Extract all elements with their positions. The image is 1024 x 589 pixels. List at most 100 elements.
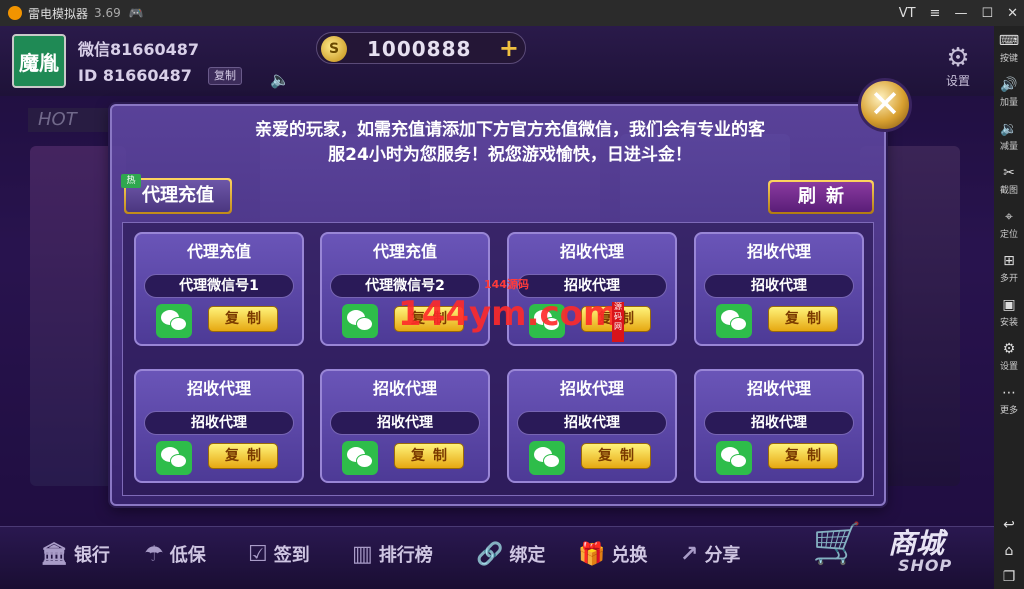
copy-button[interactable]: 复制 [581,443,651,469]
menu-icon[interactable]: ≡ [930,6,941,21]
sidebar-item-settings[interactable]: ⚙ 设置 [994,334,1024,378]
sidebar-item-volume-down[interactable]: 🔉 减量 [994,114,1024,158]
refresh-button[interactable]: 刷新 [768,180,874,214]
nav-exchange[interactable]: 🎁 兑换 [578,541,647,567]
settings-label: 设置 [945,74,970,88]
sidebar-item-location[interactable]: ⌖ 定位 [994,202,1024,246]
emulator-sidebar: ⌨ 按键 🔊 加量 🔉 减量 ✂ 截图 ⌖ 定位 ⊞ 多开 ▣ 安装 ⚙ 设置 … [994,26,1024,589]
copy-button[interactable]: 复制 [208,443,278,469]
sidebar-label: 截图 [999,185,1018,196]
nav-ranking[interactable]: ▥ 排行榜 [352,541,433,567]
sidebar-item-install[interactable]: ▣ 安装 [994,290,1024,334]
nav-label: 兑换 [611,545,648,566]
nav-welfare[interactable]: ☂ 低保 [144,541,206,567]
window-title: 雷电模拟器 [28,6,89,21]
apk-install-icon: ▣ [1002,296,1016,313]
nav-label: 银行 [73,545,110,566]
speaker-icon[interactable]: 🔈 [270,70,290,89]
wechat-icon[interactable] [342,304,378,338]
bank-icon: 🏛 [40,541,68,567]
umbrella-icon: ☂ [144,541,164,567]
nav-share[interactable]: ↗ 分享 [680,541,740,567]
notice-line-1: 亲爱的玩家，如需充值请添加下方官方充值微信，我们会有专业的客 [255,120,765,140]
card-title: 招收代理 [746,379,811,398]
avatar[interactable]: 魔胤 [12,34,66,88]
gamepad-icon[interactable]: 🎮 [129,6,144,20]
home-icon[interactable]: ⌂ [1005,543,1014,559]
nav-checkin[interactable]: ☑ 签到 [248,541,310,567]
sidebar-label: 安装 [999,317,1018,328]
wechat-id-field: 招收代理 [704,274,854,298]
copy-button[interactable]: 复制 [208,306,278,332]
close-dialog-button[interactable]: ✕ [858,78,912,132]
card-title: 代理充值 [372,242,437,261]
wechat-id-field: 招收代理 [330,411,480,435]
back-icon[interactable]: ↩ [1003,517,1015,533]
location-icon: ⌖ [1005,208,1013,225]
nav-label: 排行榜 [378,545,433,566]
cart-icon: 🛒 [812,521,862,567]
card-title: 招收代理 [746,242,811,261]
multi-open-icon: ⊞ [1003,252,1015,269]
nav-bank[interactable]: 🏛 银行 [40,541,110,567]
sidebar-item-more[interactable]: ⋯ 更多 [994,378,1024,422]
card-title: 招收代理 [186,379,251,398]
sidebar-label: 减量 [999,141,1018,152]
game-screen: 魔胤 微信81660487 ID 81660487 复制 🔈 S 1000888… [0,26,994,589]
vt-indicator[interactable]: VT [899,6,916,21]
copy-button[interactable]: 复制 [768,443,838,469]
card-title: 招收代理 [372,379,437,398]
contact-card: 招收代理 招收代理 复制 [694,369,864,483]
sidebar-label: 设置 [999,361,1018,372]
sidebar-bottom: ↩ ⌂ ❐ [994,517,1024,585]
shop-label-en: SHOP [898,556,953,575]
minimize-button[interactable]: — [954,6,967,21]
sidebar-label: 按键 [999,53,1018,64]
hot-badge: 热 [121,174,141,188]
tab-label: 代理充值 [126,180,230,212]
maximize-button[interactable]: ☐ [981,6,993,21]
window-controls: VT ≡ — ☐ ✕ [899,0,1018,26]
sidebar-label: 更多 [999,405,1018,416]
wechat-icon[interactable] [156,304,192,338]
watermark-seal: 源码网 [612,302,624,342]
emulator-titlebar: 雷电模拟器 3.69 🎮 VT ≡ — ☐ ✕ [0,0,1024,26]
wechat-icon[interactable] [716,304,752,338]
wechat-icon[interactable] [529,441,565,475]
copy-button[interactable]: 复制 [394,443,464,469]
wechat-id-field: 招收代理 [144,411,294,435]
link-icon: 🔗 [476,541,504,567]
nav-label: 分享 [704,545,741,566]
watermark: 144ym.com [398,294,619,334]
sidebar-item-keymap[interactable]: ⌨ 按键 [994,26,1024,70]
share-icon: ↗ [680,541,699,567]
coin-amount: 1000888 [367,37,472,61]
notice-line-2: 服24小时为您服务！祝您游戏愉快，日进斗金！ [328,145,692,165]
watermark-small: 144源码 [484,278,529,291]
sidebar-label: 加量 [999,97,1018,108]
recent-icon[interactable]: ❐ [1003,569,1016,585]
sidebar-item-screenshot[interactable]: ✂ 截图 [994,158,1024,202]
contact-card: 招收代理 招收代理 复制 [507,369,677,483]
card-title: 代理充值 [186,242,251,261]
close-window-button[interactable]: ✕ [1007,6,1018,21]
wechat-id-field: 代理微信号1 [144,274,294,298]
gift-icon: 🎁 [578,541,606,567]
add-coins-button[interactable]: + [499,35,519,61]
wechat-icon[interactable] [342,441,378,475]
wechat-icon[interactable] [156,441,192,475]
sidebar-item-volume-up[interactable]: 🔊 加量 [994,70,1024,114]
contact-card: 招收代理 招收代理 复制 [694,232,864,346]
wechat-icon[interactable] [716,441,752,475]
copy-id-button[interactable]: 复制 [208,67,242,85]
player-id: 81660487 [102,66,192,85]
sidebar-label: 定位 [999,229,1018,240]
settings-button[interactable]: ⚙ 设置 [938,44,978,89]
copy-button[interactable]: 复制 [768,306,838,332]
volume-down-icon: 🔉 [1000,120,1018,137]
player-name: 微信81660487 [78,40,200,59]
sidebar-item-multi-open[interactable]: ⊞ 多开 [994,246,1024,290]
nav-bind[interactable]: 🔗 绑定 [476,541,545,567]
nav-label: 绑定 [509,545,546,566]
tab-agent-recharge[interactable]: 代理充值 热 [121,174,232,214]
